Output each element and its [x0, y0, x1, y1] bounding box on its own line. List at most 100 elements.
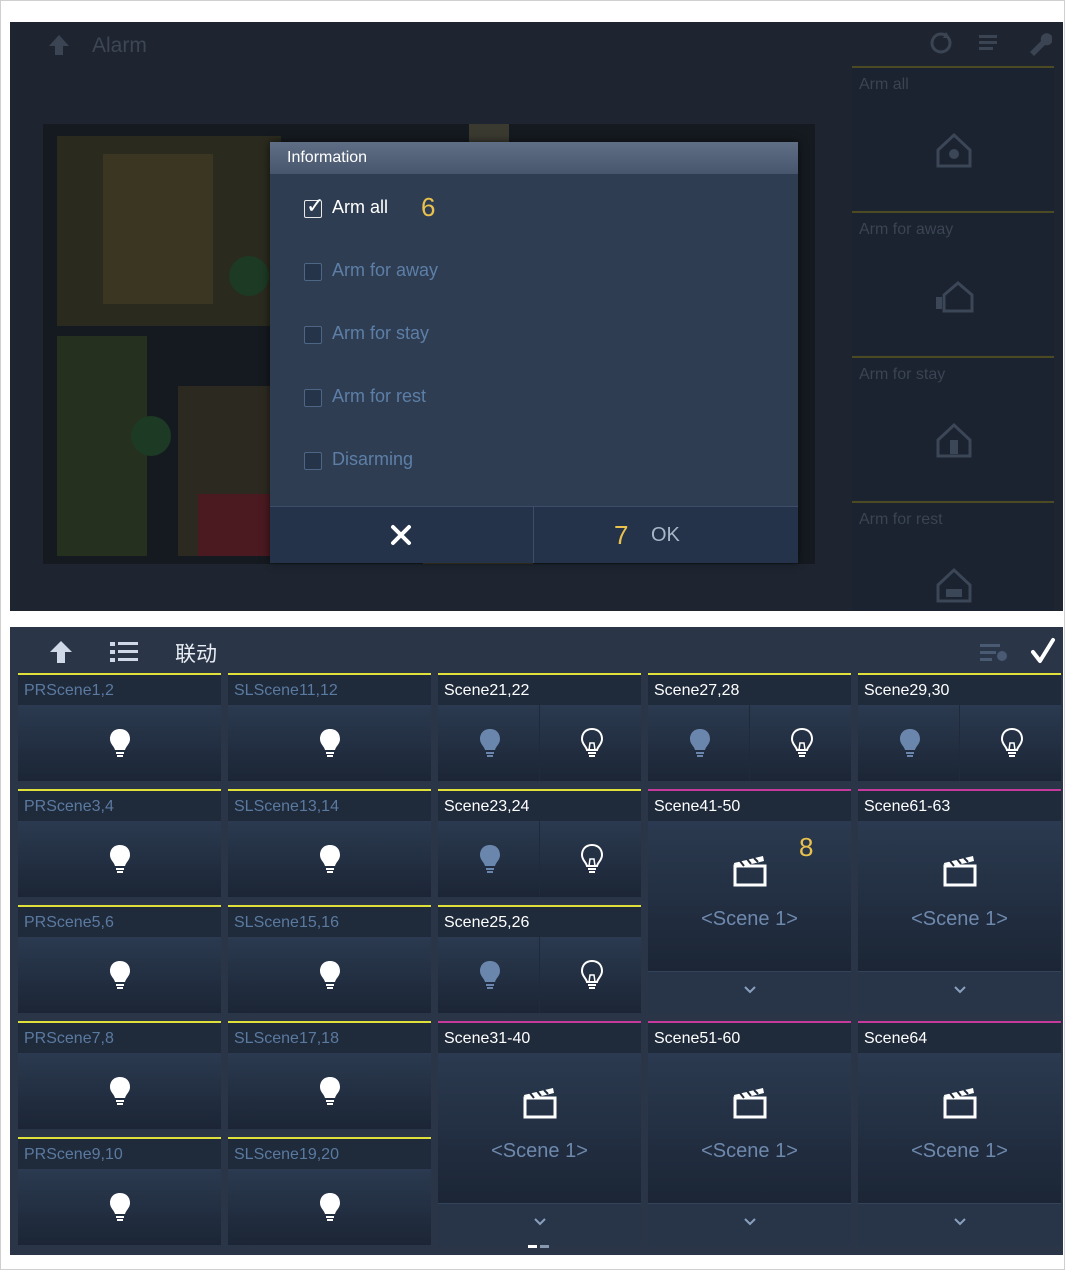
scene-tile[interactable]: SLScene17,18: [228, 1021, 431, 1129]
option-label: Arm for rest: [332, 386, 427, 406]
scene-tile[interactable]: Scene25,26: [438, 905, 641, 1013]
tile-top-border: [228, 905, 431, 907]
light-off-button[interactable]: [438, 705, 539, 781]
dialog-title: Information: [287, 149, 368, 166]
scene-tile[interactable]: Scene27,28: [648, 673, 851, 781]
tile-name: Scene27,28: [654, 682, 740, 699]
checkbox-checked[interactable]: [304, 193, 324, 219]
scene-dropdown[interactable]: [648, 971, 851, 1014]
light-off-button[interactable]: [648, 705, 749, 781]
side-item-arm-for-rest[interactable]: Arm for rest: [852, 501, 1054, 611]
ok-button[interactable]: 7 OK: [534, 507, 798, 563]
page-indicator: [540, 1245, 549, 1248]
tile-name: Scene31-40: [444, 1030, 531, 1047]
checkbox-unchecked[interactable]: [304, 263, 322, 281]
scene-tile[interactable]: PRScene9,10: [18, 1137, 221, 1245]
light-on-button[interactable]: [540, 937, 641, 1013]
light-on-button[interactable]: [750, 705, 851, 781]
refresh-icon[interactable]: [928, 30, 954, 62]
scene-dropdown[interactable]: [858, 1203, 1061, 1246]
scene-tile[interactable]: PRScene7,8: [18, 1021, 221, 1129]
tile-name: SLScene17,18: [234, 1030, 339, 1047]
close-x-icon: [391, 525, 411, 545]
list-icon[interactable]: [110, 641, 140, 663]
light-bulb-off-icon: [688, 727, 712, 764]
side-item-arm-for-away[interactable]: Arm for away: [852, 211, 1054, 355]
edit-list-icon[interactable]: [980, 642, 1008, 662]
scene-tile[interactable]: PRScene5,6: [18, 905, 221, 1013]
camera-marker-icon[interactable]: [131, 416, 171, 456]
scene-tile[interactable]: SLScene13,14: [228, 789, 431, 897]
page-indicator-active: [528, 1245, 537, 1248]
wrench-icon[interactable]: [1026, 30, 1053, 62]
tile-top-border: [18, 1137, 221, 1139]
chevron-down-icon: [648, 1214, 851, 1232]
scene-title: 联动: [175, 642, 217, 666]
light-off-button[interactable]: [858, 705, 959, 781]
scene-clapper-icon: [732, 1085, 768, 1124]
option-label: Arm for away: [332, 260, 439, 280]
list-icon[interactable]: [976, 30, 1002, 62]
light-bulb-off-icon: [478, 727, 502, 764]
scene-dropdown[interactable]: [858, 971, 1061, 1014]
annotation-number: 7: [614, 520, 629, 550]
scene-clapper-icon: [942, 1085, 978, 1124]
scene-tile[interactable]: PRScene1,2: [18, 673, 221, 781]
side-item-label: Arm for away: [859, 221, 954, 238]
light-bulb-icon: [318, 727, 342, 764]
scene-clapper-icon: [522, 1085, 558, 1124]
scene-tile[interactable]: SLScene11,12: [228, 673, 431, 781]
checkbox-unchecked[interactable]: [304, 326, 322, 344]
scene-tile[interactable]: Scene23,24: [438, 789, 641, 897]
tile-body: [648, 1053, 851, 1203]
tile-name: PRScene5,6: [24, 914, 114, 931]
checkbox-unchecked[interactable]: [304, 452, 322, 470]
tile-top-border: [858, 673, 1061, 675]
checkmark-icon[interactable]: [1030, 637, 1056, 665]
scene-tile[interactable]: SLScene15,16: [228, 905, 431, 1013]
light-bulb-icon: [108, 1075, 132, 1112]
tile-top-border: [438, 905, 641, 907]
scene-tile[interactable]: PRScene3,4: [18, 789, 221, 897]
light-off-button[interactable]: [438, 821, 539, 897]
alarm-title: Alarm: [92, 34, 147, 57]
side-item-arm-for-stay[interactable]: Arm for stay: [852, 356, 1054, 500]
scene-tile[interactable]: SLScene19,20: [228, 1137, 431, 1245]
light-on-button[interactable]: [960, 705, 1061, 781]
scene-tile[interactable]: Scene61-63 <Scene 1>: [858, 789, 1061, 1014]
tile-top-border: [648, 789, 851, 791]
light-off-button[interactable]: [438, 937, 539, 1013]
cancel-button[interactable]: [270, 507, 534, 563]
tile-top-border: [18, 789, 221, 791]
annotation-number: 8: [799, 832, 814, 862]
tile-top-border: [648, 1021, 851, 1023]
scene-tile[interactable]: Scene51-60 <Scene 1>: [648, 1021, 851, 1246]
light-on-button[interactable]: [540, 705, 641, 781]
light-bulb-outline-icon: [580, 843, 604, 880]
light-bulb-icon: [108, 959, 132, 996]
scene-tile[interactable]: Scene64 <Scene 1>: [858, 1021, 1061, 1246]
light-on-button[interactable]: [540, 821, 641, 897]
tile-name: Scene61-63: [864, 798, 951, 815]
light-bulb-icon: [108, 1191, 132, 1228]
scene-clapper-icon: [942, 853, 978, 892]
scene-dropdown[interactable]: [648, 1203, 851, 1246]
scene-tile[interactable]: Scene31-40 <Scene 1>: [438, 1021, 641, 1246]
side-item-arm-all[interactable]: Arm all: [852, 66, 1054, 210]
scene-tile[interactable]: Scene21,22: [438, 673, 641, 781]
ok-label: OK: [651, 524, 680, 546]
scene-tile[interactable]: Scene41-50 <Scene 1>: [648, 789, 851, 1014]
back-arrow-icon[interactable]: [46, 32, 72, 65]
tile-top-border: [18, 673, 221, 675]
dialog-header: Information: [270, 142, 798, 174]
scene-tile[interactable]: Scene29,30: [858, 673, 1061, 781]
checkbox-unchecked[interactable]: [304, 389, 322, 407]
scene-dropdown[interactable]: [438, 1203, 641, 1246]
information-dialog: Information Arm all 6 Arm for away Arm f…: [270, 142, 798, 563]
back-arrow-icon[interactable]: [48, 640, 74, 664]
annotation-number: 6: [421, 192, 436, 222]
tile-name: Scene21,22: [444, 682, 530, 699]
camera-marker-icon[interactable]: [229, 256, 269, 296]
tile-body: [438, 1053, 641, 1203]
scene-caption: <Scene 1>: [911, 1140, 1008, 1162]
